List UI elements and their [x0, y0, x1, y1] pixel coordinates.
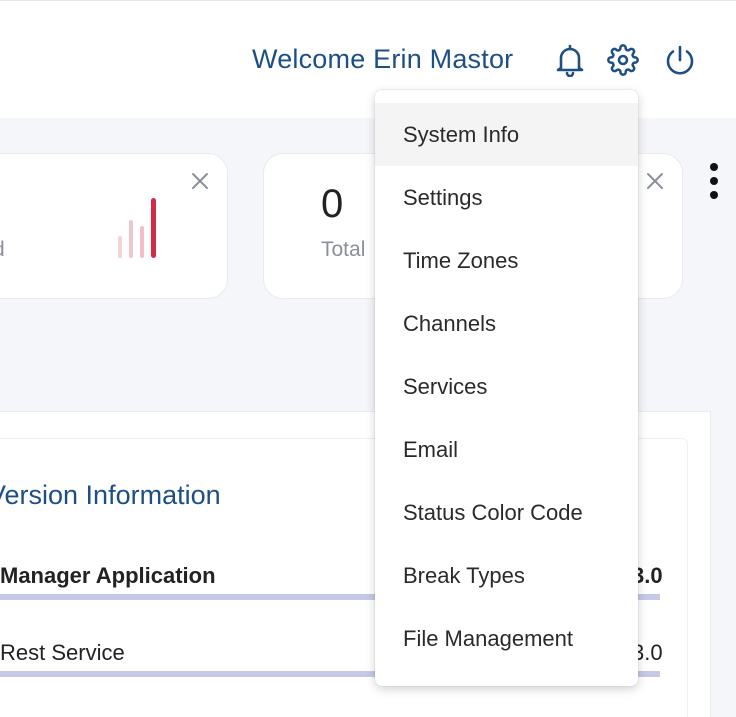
menu-item-file-management[interactable]: File Management — [375, 607, 638, 670]
menu-item-break-types[interactable]: Break Types — [375, 544, 638, 607]
menu-item-status-color-code[interactable]: Status Color Code — [375, 481, 638, 544]
stat-card-label: Total — [321, 238, 366, 261]
version-row-label: Rest Service — [0, 640, 125, 665]
menu-item-settings[interactable]: Settings — [375, 166, 638, 229]
gear-icon[interactable] — [605, 40, 641, 80]
version-row-label: Manager Application — [0, 563, 216, 588]
stat-card-number: 0 — [321, 182, 344, 226]
menu-item-channels[interactable]: Channels — [375, 292, 638, 355]
bar-chart-icon — [118, 198, 156, 258]
stat-card-label: d — [0, 238, 5, 262]
welcome-text: Welcome Erin Mastor — [252, 44, 514, 74]
more-options-icon[interactable] — [704, 160, 724, 202]
menu-item-time-zones[interactable]: Time Zones — [375, 229, 638, 292]
menu-item-system-info[interactable]: System Info — [375, 103, 638, 166]
bell-icon[interactable] — [552, 40, 588, 80]
power-icon[interactable] — [662, 40, 698, 80]
close-icon[interactable] — [644, 170, 666, 192]
panel-title: Version Information — [0, 480, 221, 510]
menu-item-email[interactable]: Email — [375, 418, 638, 481]
settings-dropdown-menu: System Info Settings Time Zones Channels… — [375, 90, 638, 686]
menu-item-services[interactable]: Services — [375, 355, 638, 418]
close-icon[interactable] — [189, 170, 211, 192]
stat-card: d — [0, 153, 228, 299]
